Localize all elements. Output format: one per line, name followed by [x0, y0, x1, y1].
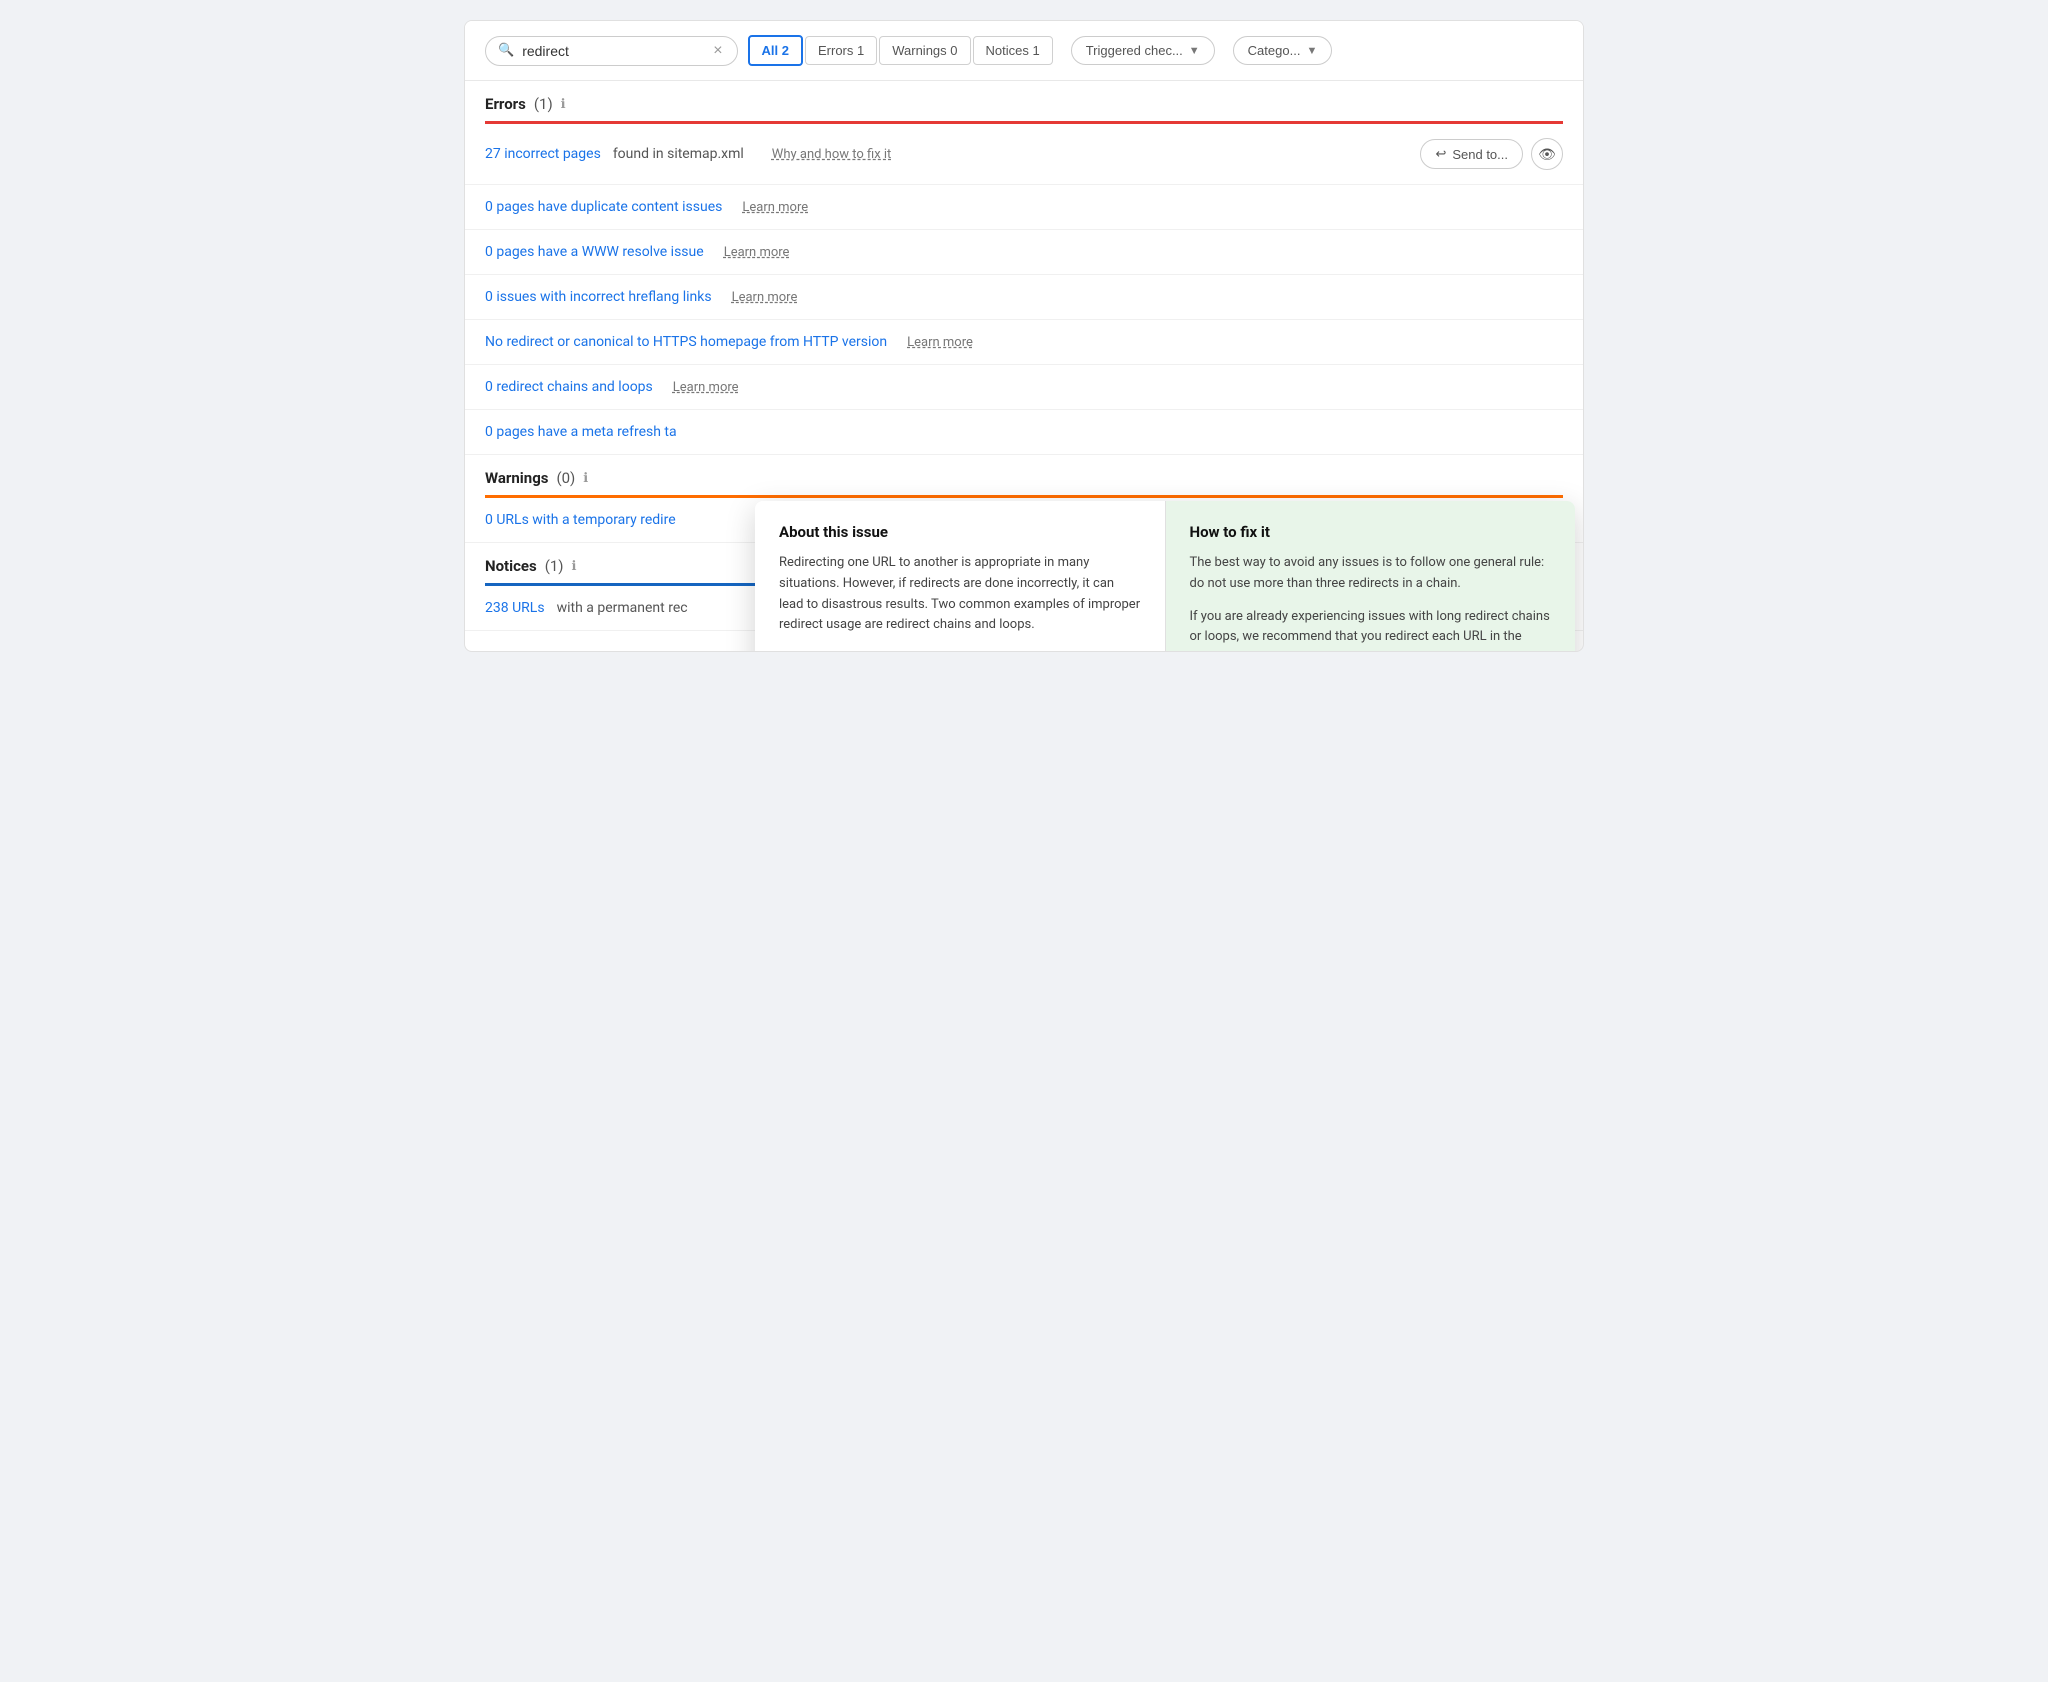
duplicate-content-learn-more[interactable]: Learn more [742, 200, 808, 215]
triggered-checks-label: Triggered chec... [1086, 43, 1183, 58]
redirect-chains-learn-more[interactable]: Learn more [673, 380, 739, 395]
temp-redirect-link[interactable]: 0 URLs with a temporary redire [485, 512, 676, 528]
tooltip-popup: About this issue Redirecting one URL to … [755, 501, 1575, 652]
main-error-row: 27 incorrect pages found in sitemap.xml … [465, 124, 1583, 185]
redirect-chains-row: 0 redirect chains and loops Learn more [465, 365, 1583, 410]
https-redirect-learn-more[interactable]: Learn more [907, 335, 973, 350]
https-redirect-link[interactable]: No redirect or canonical to HTTPS homepa… [485, 334, 887, 350]
send-to-button[interactable]: ↩ Send to... [1420, 139, 1523, 169]
meta-refresh-row: 0 pages have a meta refresh ta [465, 410, 1583, 455]
warnings-info-icon[interactable]: ℹ [583, 471, 588, 486]
why-fix-link[interactable]: Why and how to fix it [772, 147, 892, 162]
clear-search-button[interactable]: × [711, 43, 724, 59]
notices-count: (1) [545, 557, 564, 575]
send-label: Send to... [1452, 147, 1508, 162]
tab-all[interactable]: All 2 [748, 35, 803, 66]
errors-title: Errors [485, 95, 526, 113]
tooltip-left-panel: About this issue Redirecting one URL to … [755, 501, 1166, 652]
tooltip-right-para1: The best way to avoid any issues is to f… [1190, 553, 1552, 595]
permanent-redirect-link[interactable]: 238 URLs [485, 600, 545, 616]
tooltip-fix-title: How to fix it [1190, 523, 1552, 541]
category-label: Catego... [1248, 43, 1301, 58]
main-error-actions: ↩ Send to... 👁 [1420, 138, 1563, 170]
search-icon: 🔍 [498, 43, 514, 58]
warnings-section-header: Warnings (0) ℹ [465, 455, 1583, 495]
send-icon: ↩ [1435, 146, 1446, 162]
hreflang-link[interactable]: 0 issues with incorrect hreflang links [485, 289, 712, 305]
preview-button[interactable]: 👁 [1531, 138, 1563, 170]
duplicate-content-link[interactable]: 0 pages have duplicate content issues [485, 199, 722, 215]
main-container: 🔍 × All 2 Errors 1 Warnings 0 Notices 1 … [464, 20, 1584, 652]
warnings-title: Warnings [485, 469, 548, 487]
search-box: 🔍 × [485, 36, 738, 66]
redirect-chains-link[interactable]: 0 redirect chains and loops [485, 379, 653, 395]
eye-icon: 👁 [1538, 146, 1556, 163]
incorrect-pages-link[interactable]: 27 incorrect pages [485, 146, 601, 162]
triggered-checks-dropdown[interactable]: Triggered chec... ▼ [1071, 36, 1215, 65]
errors-count: (1) [534, 95, 553, 113]
search-input[interactable] [522, 43, 703, 59]
category-dropdown[interactable]: Catego... ▼ [1233, 36, 1333, 65]
top-bar: 🔍 × All 2 Errors 1 Warnings 0 Notices 1 … [465, 21, 1583, 81]
https-redirect-row: No redirect or canonical to HTTPS homepa… [465, 320, 1583, 365]
www-resolve-learn-more[interactable]: Learn more [724, 245, 790, 260]
errors-section-header: Errors (1) ℹ [465, 81, 1583, 121]
hreflang-learn-more[interactable]: Learn more [732, 290, 798, 305]
tooltip-about-title: About this issue [779, 523, 1141, 541]
tab-errors[interactable]: Errors 1 [805, 36, 877, 65]
www-resolve-link[interactable]: 0 pages have a WWW resolve issue [485, 244, 704, 260]
incorrect-pages-text: found in sitemap.xml [613, 146, 744, 162]
tooltip-right-panel: How to fix it The best way to avoid any … [1166, 501, 1576, 652]
tooltip-para1: Redirecting one URL to another is approp… [779, 553, 1141, 636]
dropdown1-arrow-icon: ▼ [1189, 45, 1200, 57]
hreflang-row: 0 issues with incorrect hreflang links L… [465, 275, 1583, 320]
tab-warnings[interactable]: Warnings 0 [879, 36, 970, 65]
tooltip-para2: Long redirect chains and infinite loops … [779, 648, 1141, 652]
www-resolve-row: 0 pages have a WWW resolve issue Learn m… [465, 230, 1583, 275]
warnings-count: (0) [556, 469, 575, 487]
dropdown2-arrow-icon: ▼ [1306, 45, 1317, 57]
duplicate-content-row: 0 pages have duplicate content issues Le… [465, 185, 1583, 230]
meta-refresh-link[interactable]: 0 pages have a meta refresh ta [485, 424, 677, 440]
tab-notices[interactable]: Notices 1 [973, 36, 1053, 65]
notices-info-icon[interactable]: ℹ [572, 559, 577, 574]
errors-info-icon[interactable]: ℹ [561, 97, 566, 112]
notices-title: Notices [485, 557, 537, 575]
tooltip-right-para2: If you are already experiencing issues w… [1190, 607, 1552, 652]
filter-tabs: All 2 Errors 1 Warnings 0 Notices 1 [748, 35, 1053, 66]
permanent-redirect-rest: with a permanent rec [557, 600, 688, 616]
